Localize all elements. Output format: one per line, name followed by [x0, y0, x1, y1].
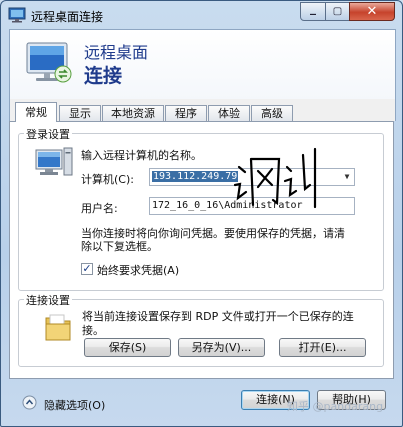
- tab-general[interactable]: 常规: [15, 102, 57, 122]
- remote-desktop-window: 远程桌面连接 _ ▢ ✕ 远程桌面 连接 常规 显示 本地资源 程序 体验 高级…: [0, 0, 403, 427]
- tab-display[interactable]: 显示: [59, 105, 101, 121]
- close-icon: ✕: [366, 4, 378, 19]
- checkmark-icon: ✓: [82, 262, 92, 275]
- credentials-info-line2: 除以下复选框。: [81, 240, 158, 253]
- watermark-text: 知乎 @pandarang: [287, 400, 384, 413]
- login-settings-label: 登录设置: [24, 126, 72, 142]
- header-line1: 远程桌面: [84, 43, 149, 62]
- connection-settings-label: 连接设置: [24, 292, 72, 308]
- save-button[interactable]: 保存(S): [84, 338, 171, 357]
- minimize-icon: _: [310, 1, 316, 15]
- close-button[interactable]: ✕: [349, 2, 395, 21]
- always-ask-label[interactable]: 始终要求凭据(A): [97, 262, 179, 278]
- username-label: 用户名:: [81, 202, 118, 215]
- always-ask-checkbox[interactable]: ✓: [81, 263, 93, 275]
- header-banner: 远程桌面 连接: [9, 29, 396, 100]
- tab-advanced[interactable]: 高级: [251, 105, 293, 121]
- open-button[interactable]: 打开(E)...: [279, 338, 366, 357]
- connection-desc-line1: 将当前连接设置保存到 RDP 文件或打开一个已保存的连: [82, 310, 354, 323]
- tab-local-resources[interactable]: 本地资源: [102, 105, 164, 121]
- username-field[interactable]: 172_16_0_16\Administrator: [149, 197, 355, 215]
- tab-experience[interactable]: 体验: [208, 105, 250, 121]
- computer-icon: [35, 147, 73, 176]
- monitor-icon: [26, 42, 72, 83]
- header-line2: 连接: [84, 65, 123, 87]
- computer-value: 193.112.249.79: [152, 171, 239, 182]
- connection-desc-line2: 接。: [82, 324, 104, 337]
- tab-programs[interactable]: 程序: [165, 105, 207, 121]
- chevron-down-icon[interactable]: ▼: [340, 169, 354, 185]
- computer-name-prompt: 输入远程计算机的名称。: [81, 149, 202, 162]
- collapse-options-icon[interactable]: [22, 395, 37, 410]
- remote-desktop-icon: [8, 7, 26, 23]
- computer-combobox[interactable]: 193.112.249.79 ▼: [149, 168, 355, 186]
- maximize-button[interactable]: ▢: [325, 2, 350, 21]
- window-title: 远程桌面连接: [31, 10, 104, 24]
- hide-options-label[interactable]: 隐藏选项(O): [44, 397, 105, 413]
- save-as-button[interactable]: 另存为(V)...: [178, 338, 265, 357]
- title-bar[interactable]: 远程桌面连接 _ ▢ ✕: [1, 1, 402, 29]
- username-value: 172_16_0_16\Administrator: [152, 200, 303, 211]
- maximize-icon: ▢: [332, 6, 343, 17]
- minimize-button[interactable]: _: [300, 1, 326, 21]
- tab-panel-general: 登录设置 输入远程计算机的名称。 计算机(C): 193.112.249.79 …: [9, 121, 394, 379]
- folder-icon: [45, 314, 71, 341]
- computer-label: 计算机(C):: [81, 173, 134, 186]
